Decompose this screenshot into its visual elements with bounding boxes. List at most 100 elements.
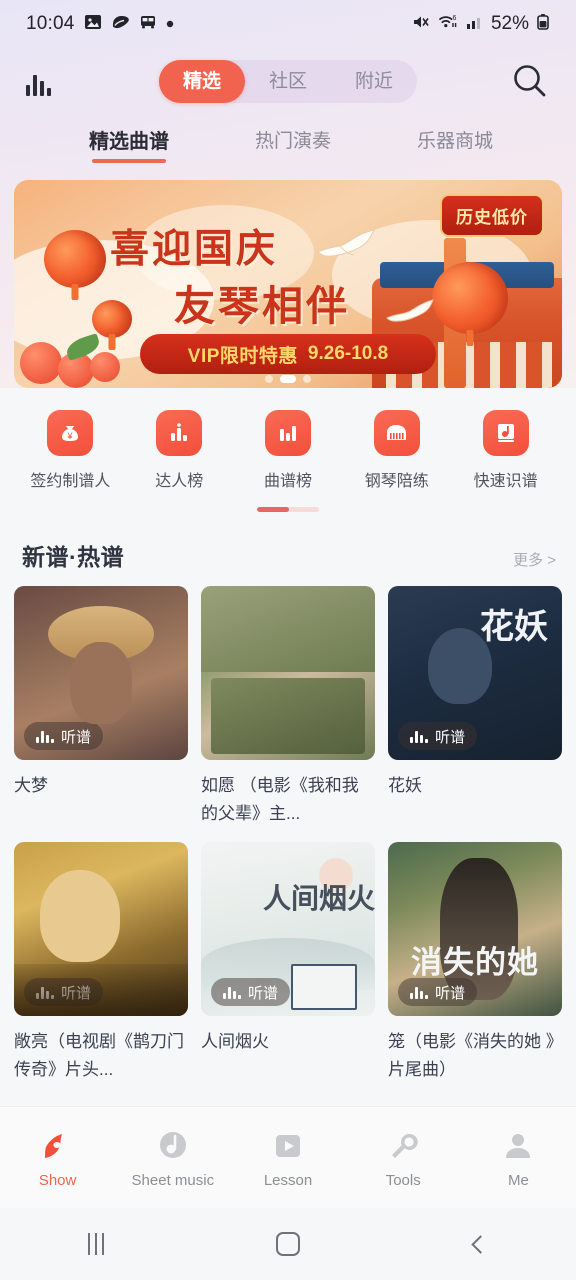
wifi-6-icon: 6 [438,13,459,36]
recents-button[interactable] [0,1233,192,1255]
image-icon [84,13,102,36]
banner-carousel[interactable]: 喜迎国庆 友琴相伴 历史低价 VIP限时特惠 9.26-10.8 [0,174,576,388]
status-bar-right: 6 52% [411,13,550,36]
quick-action-quick-scan[interactable]: 快速识谱 [451,410,560,491]
quick-action-label: 快速识谱 [473,473,538,490]
dove-icon [314,228,386,273]
battery-icon [536,13,550,36]
bar-chart-icon [223,985,241,999]
android-system-nav [0,1208,576,1280]
card-thumbnail[interactable]: 听谱 [201,586,375,760]
sheet-card[interactable]: 听谱 如愿 （电影《我和我的父辈》主... [201,586,375,828]
sheet-card[interactable]: 人间烟火 听谱 人间烟火 [201,842,375,1084]
bus-icon [139,13,157,36]
segment-community[interactable]: 社区 [245,60,331,103]
bottom-nav-show[interactable]: Show [0,1126,115,1190]
promo-banner[interactable]: 喜迎国庆 友琴相伴 历史低价 VIP限时特惠 9.26-10.8 [14,180,562,388]
tab-instrument-store[interactable]: 乐器商城 [417,126,493,162]
card-title: 如愿 （电影《我和我的父辈》主... [201,776,359,823]
search-icon[interactable] [508,60,550,102]
quick-action-label: 达人榜 [155,473,204,490]
bottom-nav-me[interactable]: Me [461,1126,576,1190]
section-more-link[interactable]: 更多 > [513,549,556,570]
sub-tabs: 精选曲谱 热门演奏 乐器商城 [0,114,576,174]
status-bar: 10:04 6 52% [0,0,576,48]
carousel-dot[interactable] [303,375,311,383]
bar-chart-icon [223,729,241,743]
app-header: 精选 社区 附近 [0,48,576,114]
tab-hot-performances[interactable]: 热门演奏 [255,126,331,162]
segment-featured[interactable]: 精选 [158,59,245,103]
piano-icon [373,410,420,456]
sheet-card[interactable]: 听谱 敞亮（电视剧《鹊刀门传奇》片头... [14,842,188,1084]
card-thumbnail[interactable]: 消失的她 听谱 [388,842,562,1016]
listen-badge[interactable]: 听谱 [24,722,104,750]
pager-thumb[interactable] [257,507,289,512]
bottom-nav-sheet-music[interactable]: Sheet music [115,1126,230,1190]
section-header: 新谱·热谱 更多 > [0,512,576,586]
dove-icon [384,298,442,337]
bar-chart-icon [36,985,54,999]
sheet-card[interactable]: 听谱 大梦 [14,586,188,828]
back-button[interactable] [384,1234,576,1254]
quick-action-label: 钢琴陪练 [364,473,429,490]
listen-badge[interactable]: 听谱 [211,978,291,1006]
home-button[interactable] [192,1232,384,1256]
bottom-nav-label: Me [507,1171,529,1189]
carousel-dot[interactable] [265,375,273,383]
mute-icon [411,13,431,36]
bottom-nav-label: Tools [385,1171,421,1189]
card-thumbnail[interactable]: 花妖 听谱 [388,586,562,760]
banner-ribbon-date: 9.26-10.8 [307,343,389,364]
carousel-dots[interactable] [265,375,311,383]
card-thumbnail[interactable]: 听谱 [14,586,188,760]
sheet-card-grid: 听谱 大梦 听谱 如愿 （电影《我和我的父辈》主... 花妖 听谱 花妖 听谱 … [0,586,576,1098]
show-icon [40,1126,76,1166]
quick-action-contract-composer[interactable]: ¥ 签约制谱人 [16,410,125,491]
signal-bars-icon [466,14,484,35]
quick-actions-row: ¥ 签约制谱人 达人榜 曲谱榜 钢琴陪练 快速识谱 [0,388,576,491]
bar-chart-icon [410,985,428,999]
listen-badge-label: 听谱 [61,984,92,1002]
top-gradient-zone: 10:04 6 52% 精选 社区 附近 精选曲谱 热门演奏 乐器商城 喜迎国庆… [0,0,576,388]
bottom-nav-label: Lesson [263,1171,313,1189]
bottom-nav-tools[interactable]: Tools [346,1126,461,1190]
bottom-nav-lesson[interactable]: Lesson [230,1126,345,1190]
card-thumbnail[interactable]: 听谱 [14,842,188,1016]
sheet-music-icon [156,1126,190,1166]
tab-featured-sheets[interactable]: 精选曲谱 [89,125,169,163]
card-thumbnail[interactable]: 人间烟火 听谱 [201,842,375,1016]
listen-badge[interactable]: 听谱 [24,978,104,1006]
blob-icon [111,13,130,36]
listen-badge[interactable]: 听谱 [398,722,478,750]
banner-ribbon[interactable]: VIP限时特惠 9.26-10.8 [140,334,436,374]
quick-action-master-ranking[interactable]: 达人榜 [125,410,234,491]
back-icon [470,1234,490,1254]
quick-action-piano-practice[interactable]: 钢琴陪练 [342,410,451,491]
status-bar-left: 10:04 [26,13,411,36]
lantern-icon [44,230,106,300]
sheet-card[interactable]: 花妖 听谱 花妖 [388,586,562,828]
listen-badge[interactable]: 听谱 [211,722,291,750]
card-title: 人间烟火 [201,1032,269,1051]
card-title: 大梦 [14,776,48,795]
listen-badge[interactable]: 听谱 [398,978,478,1006]
quick-action-sheet-ranking[interactable]: 曲谱榜 [234,410,343,491]
lantern-icon [432,262,508,346]
svg-text:¥: ¥ [67,431,74,441]
listen-badge-label: 听谱 [435,984,466,1002]
money-bag-icon: ¥ [47,410,94,456]
carousel-dot-active[interactable] [280,375,296,383]
banner-ribbon-text: VIP限时特惠 [187,345,298,367]
bar-chart-logo-icon[interactable] [26,66,58,96]
bar-chart-icon [264,410,311,456]
app-screen: 10:04 6 52% 精选 社区 附近 精选曲谱 热门演奏 乐器商城 喜迎国庆… [0,0,576,1280]
banner-price-tag: 历史低价 [440,194,544,237]
sheet-card[interactable]: 消失的她 听谱 笼（电影《消失的她 》片尾曲） [388,842,562,1084]
listen-badge-label: 听谱 [435,728,466,746]
card-title: 花妖 [388,776,422,795]
status-time: 10:04 [26,13,75,34]
segment-nearby[interactable]: 附近 [331,60,417,103]
dot-icon [166,15,174,33]
